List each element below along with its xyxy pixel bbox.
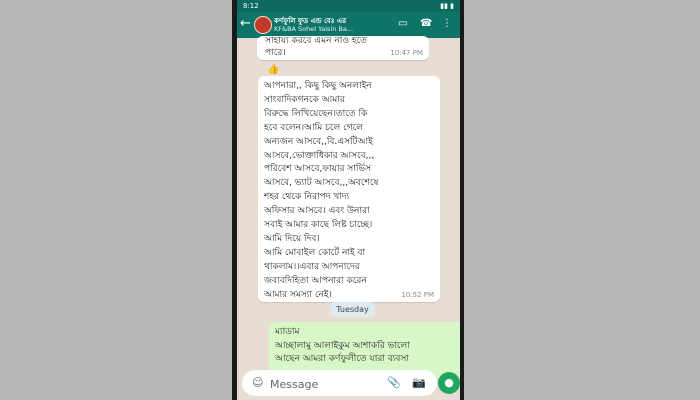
status-indicators: ▮▮ ▮	[440, 2, 454, 10]
chat-subtitle[interactable]: KF&BA Sohel Yaisin Ba...	[274, 25, 384, 33]
status-bar: 8:12 ▮▮ ▮	[237, 0, 460, 12]
incoming-message-bubble[interactable]: আপনারা,, কিছু কিছু অনলাইন সাংবাদিকগনকে আ…	[258, 76, 440, 302]
date-separator: Tuesday	[330, 302, 375, 317]
back-icon[interactable]: ←	[240, 16, 251, 32]
thumbs-up-reaction-icon[interactable]: 👍	[267, 64, 279, 75]
message-composer[interactable]: ☺ 📎 📷	[242, 370, 437, 396]
message-time: 10:52 PM	[401, 291, 434, 299]
camera-icon[interactable]: 📷	[412, 376, 426, 389]
avatar[interactable]	[254, 16, 272, 34]
message-input[interactable]	[268, 375, 382, 393]
incoming-message-bubble[interactable]: সাহায্য করবে এমন নাও হতে পারে। 10:47 PM	[257, 36, 429, 60]
message-text: ম্যাডাম আচ্ছালামু আলাইকুম আশাকরি ভালো আছ…	[275, 327, 410, 364]
mic-icon[interactable]: ●	[438, 372, 460, 394]
chat-screen: 8:12 ▮▮ ▮ ← কর্ণফুলি ফুড এন্ড বেঃ এর KF&…	[237, 0, 460, 400]
attach-icon[interactable]: 📎	[387, 376, 401, 389]
status-time: 8:12	[243, 2, 259, 10]
menu-icon[interactable]: ⋮	[442, 18, 452, 30]
emoji-icon[interactable]: ☺	[252, 376, 263, 389]
message-time: 10:47 PM	[390, 49, 423, 57]
chat-header: ← কর্ণফুলি ফুড এন্ড বেঃ এর KF&BA Sohel Y…	[237, 12, 460, 38]
call-icon[interactable]: ☎	[420, 18, 432, 30]
message-text: আপনারা,, কিছু কিছু অনলাইন সাংবাদিকগনকে আ…	[264, 81, 379, 300]
video-icon[interactable]: ▭	[398, 18, 407, 30]
